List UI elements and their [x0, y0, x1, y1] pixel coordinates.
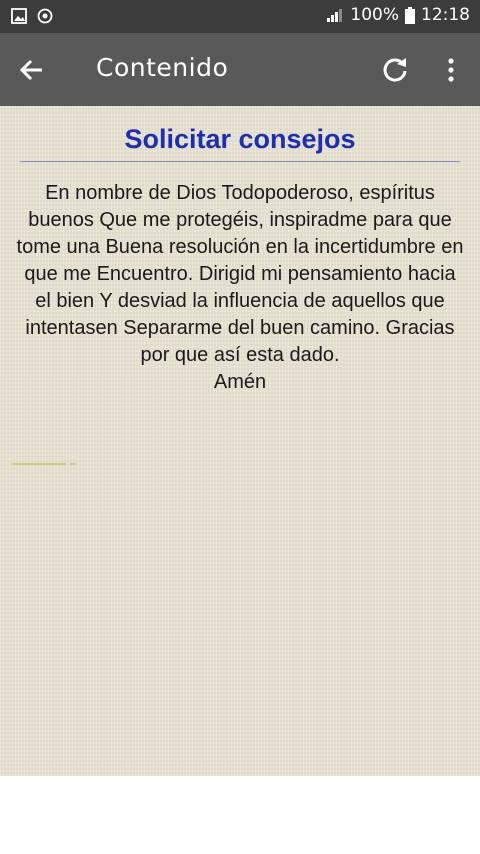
back-arrow-icon[interactable] — [18, 55, 48, 85]
content-heading: Solicitar consejos — [124, 124, 356, 154]
image-icon — [11, 8, 27, 24]
refresh-icon[interactable] — [380, 55, 410, 85]
content-body: En nombre de Dios Todopoderoso, espíritu… — [14, 180, 466, 396]
footer-area — [0, 776, 480, 854]
clock: 12:18 — [421, 5, 470, 25]
more-vert-icon[interactable] — [436, 55, 466, 85]
content-area: Solicitar consejos En nombre de Dios Tod… — [0, 106, 480, 776]
prayer-text: En nombre de Dios Todopoderoso, espíritu… — [16, 182, 464, 366]
decorative-line — [12, 463, 76, 465]
notification-icons — [10, 7, 54, 25]
heading-divider — [20, 161, 460, 162]
battery-icon — [405, 6, 415, 24]
app-bar: Contenido — [0, 33, 480, 106]
battery-percent: 100% — [350, 5, 399, 25]
page-title: Contenido — [96, 53, 229, 82]
status-right: 100% 12:18 — [326, 5, 470, 25]
signal-icon — [327, 9, 343, 22]
sync-icon — [37, 8, 53, 24]
closing-text: Amén — [213, 371, 267, 393]
status-bar: 100% 12:18 — [0, 0, 480, 33]
